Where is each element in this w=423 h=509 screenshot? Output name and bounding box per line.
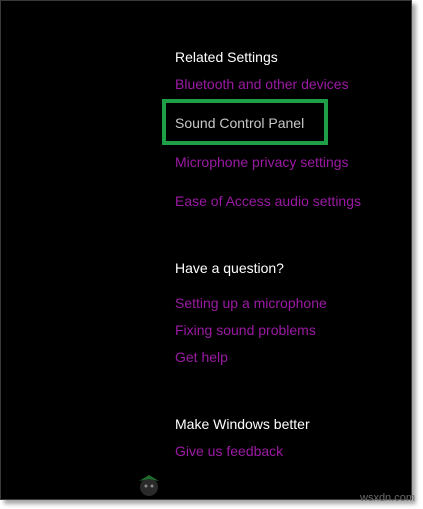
watermark-text: wsxdn.com bbox=[360, 492, 416, 504]
bluetooth-devices-link[interactable]: Bluetooth and other devices bbox=[175, 75, 349, 93]
screenshot-frame: Related Settings Bluetooth and other dev… bbox=[0, 0, 423, 509]
microphone-privacy-link[interactable]: Microphone privacy settings bbox=[175, 153, 349, 171]
get-help-link[interactable]: Get help bbox=[175, 348, 228, 366]
give-feedback-link[interactable]: Give us feedback bbox=[175, 442, 283, 460]
watermark-logo-icon bbox=[129, 471, 169, 501]
related-settings-heading: Related Settings bbox=[175, 49, 278, 65]
have-a-question-heading: Have a question? bbox=[175, 260, 284, 276]
fixing-sound-problems-link[interactable]: Fixing sound problems bbox=[175, 321, 316, 339]
make-windows-better-heading: Make Windows better bbox=[175, 416, 310, 432]
sound-control-panel-link[interactable]: Sound Control Panel bbox=[175, 114, 304, 132]
setting-up-microphone-link[interactable]: Setting up a microphone bbox=[175, 294, 327, 312]
ease-of-access-audio-link[interactable]: Ease of Access audio settings bbox=[175, 192, 361, 210]
sound-settings-panel: Related Settings Bluetooth and other dev… bbox=[0, 0, 412, 500]
